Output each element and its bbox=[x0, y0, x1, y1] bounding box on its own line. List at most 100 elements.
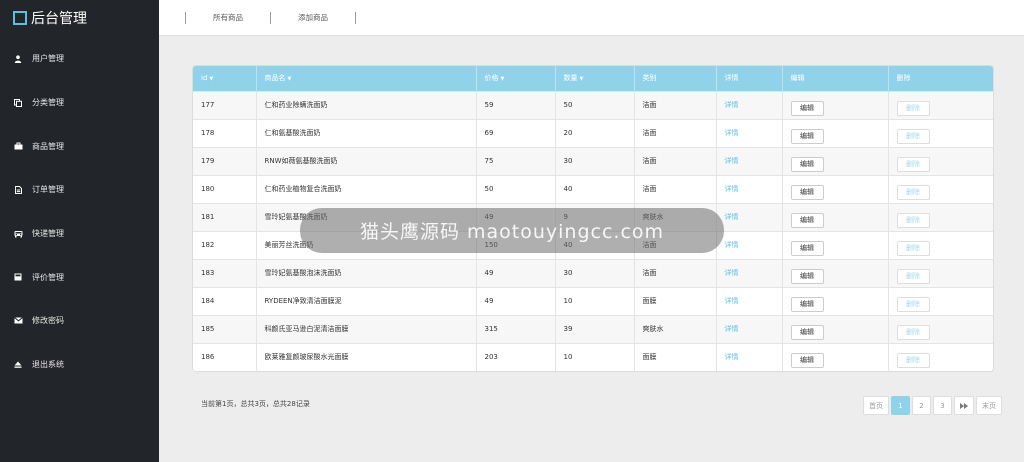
user-icon bbox=[13, 55, 23, 63]
detail-link[interactable]: 详情 bbox=[725, 353, 739, 361]
column-header-price[interactable]: 价格 ▼ bbox=[476, 66, 556, 91]
sidebar-item-password[interactable]: 修改密码 bbox=[0, 299, 159, 343]
table-row: 186 欧莱雅复颜玻尿酸水光面膜 203 10 面膜 详情 编辑 删除 bbox=[193, 342, 993, 371]
table-row: 177 仁和药业除螨洗面奶 59 50 洁面 详情 编辑 删除 bbox=[193, 90, 993, 119]
sort-caret-icon: ▼ bbox=[209, 76, 214, 83]
cell-id: 183 bbox=[193, 258, 257, 287]
column-header-id[interactable]: id ▼ bbox=[193, 66, 257, 91]
delete-button[interactable]: 删除 bbox=[896, 296, 930, 312]
cell-delete: 删除 bbox=[888, 342, 993, 371]
shopping-bag-icon bbox=[13, 142, 23, 150]
detail-link[interactable]: 详情 bbox=[725, 269, 739, 277]
cell-edit: 编辑 bbox=[782, 146, 889, 175]
file-icon bbox=[13, 185, 23, 194]
detail-link[interactable]: 详情 bbox=[725, 129, 739, 137]
detail-link[interactable]: 详情 bbox=[725, 297, 739, 305]
cell-qty: 30 bbox=[555, 146, 635, 175]
edit-button[interactable]: 编辑 bbox=[790, 100, 824, 116]
cell-detail: 详情 bbox=[716, 146, 783, 175]
column-header-category: 类别 bbox=[634, 66, 717, 91]
sidebar-item-logout[interactable]: 退出系统 bbox=[0, 343, 159, 387]
tab-add-goods[interactable]: 添加商品 bbox=[271, 12, 355, 23]
edit-button[interactable]: 编辑 bbox=[790, 296, 824, 312]
page-button-2[interactable]: 2 bbox=[912, 396, 931, 415]
first-page-button[interactable]: 首页 bbox=[863, 396, 889, 415]
column-header-name[interactable]: 商品名 ▼ bbox=[256, 66, 477, 91]
cell-qty: 30 bbox=[555, 258, 635, 287]
cell-detail: 详情 bbox=[716, 286, 783, 315]
cell-qty: 10 bbox=[555, 342, 635, 371]
sidebar-item-label: 退出系统 bbox=[32, 360, 64, 370]
delete-button[interactable]: 删除 bbox=[896, 128, 930, 144]
edit-button[interactable]: 编辑 bbox=[790, 184, 824, 200]
pagination-info: 当前第1页，总共3页，总共28记录 bbox=[201, 400, 310, 408]
edit-button[interactable]: 编辑 bbox=[790, 352, 824, 368]
delete-button[interactable]: 删除 bbox=[896, 268, 930, 284]
top-tab-bar: 所有商品 添加商品 bbox=[159, 0, 1024, 36]
cell-price: 315 bbox=[476, 314, 556, 343]
sidebar-item-orders[interactable]: 订单管理 bbox=[0, 168, 159, 212]
edit-button[interactable]: 编辑 bbox=[790, 128, 824, 144]
cell-detail: 详情 bbox=[716, 258, 783, 287]
cell-name: 科颜氏亚马逊白泥清洁面膜 bbox=[256, 314, 477, 343]
detail-link[interactable]: 详情 bbox=[725, 241, 739, 249]
detail-link[interactable]: 详情 bbox=[725, 157, 739, 165]
delete-button[interactable]: 删除 bbox=[896, 352, 930, 368]
cell-detail: 详情 bbox=[716, 202, 783, 231]
cell-delete: 删除 bbox=[888, 174, 993, 203]
sidebar-nav: 用户管理 分类管理 商品管理 订单管理 快递管理 评价管理 修改密码 退出系统 bbox=[0, 37, 159, 387]
cell-category: 洁面 bbox=[634, 118, 717, 147]
page-button-1[interactable]: 1 bbox=[891, 396, 910, 415]
delete-button[interactable]: 删除 bbox=[896, 156, 930, 172]
sidebar-item-review[interactable]: 评价管理 bbox=[0, 255, 159, 299]
last-page-button[interactable]: 末页 bbox=[976, 396, 1002, 415]
delete-button[interactable]: 删除 bbox=[896, 240, 930, 256]
cell-category: 面膜 bbox=[634, 286, 717, 315]
copy-icon bbox=[13, 98, 23, 107]
edit-button[interactable]: 编辑 bbox=[790, 268, 824, 284]
column-header-qty[interactable]: 数量 ▼ bbox=[555, 66, 635, 91]
cell-price: 59 bbox=[476, 90, 556, 119]
table-header-row: id ▼ 商品名 ▼ 价格 ▼ 数量 ▼ 类别 详情 编辑 删除 bbox=[193, 66, 993, 91]
delete-button[interactable]: 删除 bbox=[896, 212, 930, 228]
sidebar-item-label: 商品管理 bbox=[32, 141, 64, 151]
column-header-delete: 删除 bbox=[896, 74, 911, 83]
detail-link[interactable]: 详情 bbox=[725, 185, 739, 193]
column-header-edit: 编辑 bbox=[782, 66, 889, 91]
edit-button[interactable]: 编辑 bbox=[790, 156, 824, 172]
table-row: 185 科颜氏亚马逊白泥清洁面膜 315 39 爽肤水 详情 编辑 删除 bbox=[193, 314, 993, 343]
cell-delete: 删除 bbox=[888, 118, 993, 147]
sidebar-item-goods[interactable]: 商品管理 bbox=[0, 124, 159, 168]
sidebar-item-user[interactable]: 用户管理 bbox=[0, 37, 159, 81]
cell-edit: 编辑 bbox=[782, 202, 889, 231]
edit-button[interactable]: 编辑 bbox=[790, 324, 824, 340]
delete-button[interactable]: 删除 bbox=[896, 100, 930, 116]
delete-button[interactable]: 删除 bbox=[896, 324, 930, 340]
sidebar-item-category[interactable]: 分类管理 bbox=[0, 81, 159, 125]
detail-link[interactable]: 详情 bbox=[725, 101, 739, 109]
cell-id: 179 bbox=[193, 146, 257, 175]
table-row: 184 RYDEEN净致清洁面膜泥 49 10 面膜 详情 编辑 删除 bbox=[193, 286, 993, 315]
sidebar-item-express[interactable]: 快递管理 bbox=[0, 212, 159, 256]
cell-detail: 详情 bbox=[716, 118, 783, 147]
page-button-3[interactable]: 3 bbox=[933, 396, 952, 415]
cell-qty: 10 bbox=[555, 286, 635, 315]
table-row: 179 RNW如薇氨基酸洗面奶 75 30 洁面 详情 编辑 删除 bbox=[193, 146, 993, 175]
cell-edit: 编辑 bbox=[782, 258, 889, 287]
tab-all-goods[interactable]: 所有商品 bbox=[186, 12, 270, 23]
sort-caret-icon: ▼ bbox=[579, 76, 584, 83]
cell-price: 75 bbox=[476, 146, 556, 175]
delete-button[interactable]: 删除 bbox=[896, 184, 930, 200]
fast-forward-icon bbox=[960, 402, 968, 409]
cell-id: 177 bbox=[193, 90, 257, 119]
next-page-button[interactable] bbox=[954, 396, 974, 415]
cell-delete: 删除 bbox=[888, 286, 993, 315]
edit-button[interactable]: 编辑 bbox=[790, 212, 824, 228]
cell-edit: 编辑 bbox=[782, 174, 889, 203]
detail-link[interactable]: 详情 bbox=[725, 325, 739, 333]
edit-button[interactable]: 编辑 bbox=[790, 240, 824, 256]
cell-edit: 编辑 bbox=[782, 286, 889, 315]
detail-link[interactable]: 详情 bbox=[725, 213, 739, 221]
cell-detail: 详情 bbox=[716, 90, 783, 119]
cell-category: 爽肤水 bbox=[634, 314, 717, 343]
